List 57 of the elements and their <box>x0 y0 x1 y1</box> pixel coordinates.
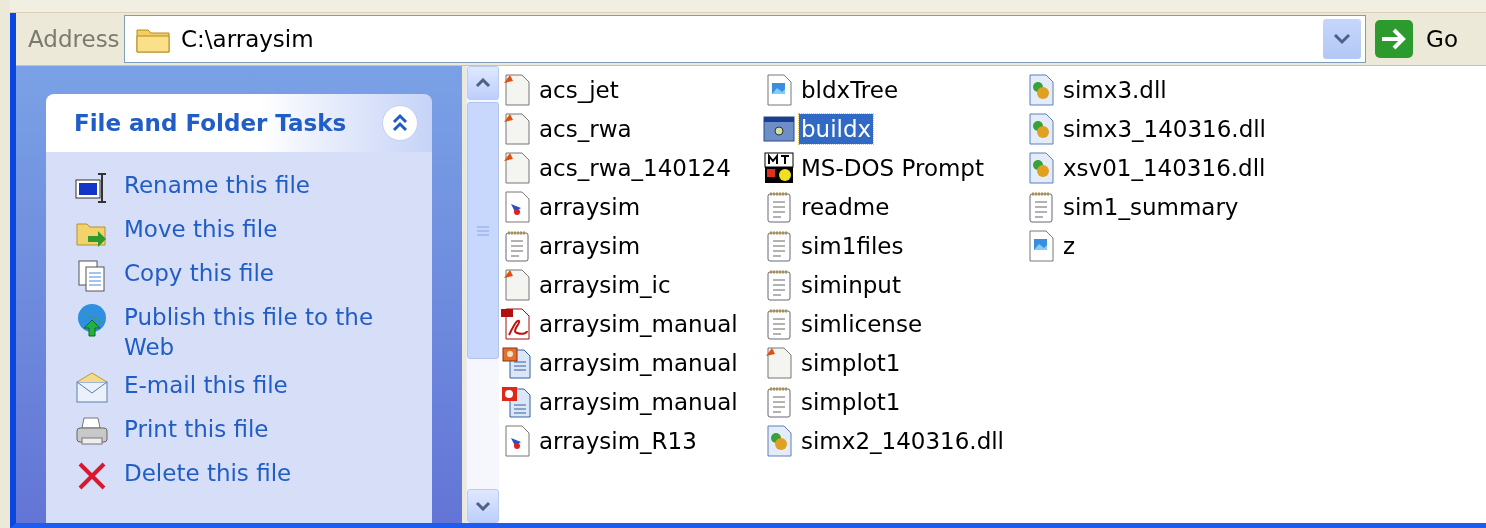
task-link[interactable]: Rename this file <box>124 170 374 200</box>
scrollbar[interactable] <box>466 66 499 523</box>
collapse-button[interactable] <box>382 105 418 141</box>
file-name[interactable]: acs_jet <box>537 74 621 105</box>
script-file-icon <box>763 345 795 380</box>
file-name[interactable]: arraysim_manual <box>537 347 740 378</box>
scroll-thumb[interactable] <box>467 102 499 359</box>
task-link[interactable]: Print this file <box>124 414 374 444</box>
panel-title: File and Folder Tasks <box>74 110 347 136</box>
double-chevron-up-icon <box>391 113 409 133</box>
document-file-icon <box>501 345 533 380</box>
task-link[interactable]: Publish this file to the Web <box>124 302 374 362</box>
address-field[interactable]: C:\arraysim <box>124 15 1367 63</box>
file-name[interactable]: acs_rwa <box>537 113 634 144</box>
task-link[interactable]: E-mail this file <box>124 370 374 400</box>
task-link[interactable]: Delete this file <box>124 458 374 488</box>
command-prompt-icon <box>763 150 795 185</box>
file-name[interactable]: arraysim_ic <box>537 269 673 300</box>
scroll-up-button[interactable] <box>467 66 499 100</box>
file-name[interactable]: buildx <box>799 113 874 144</box>
file-name[interactable]: simlicense <box>799 308 925 339</box>
script-file-icon <box>501 267 533 302</box>
go-button[interactable]: Go <box>1366 16 1486 62</box>
file-name[interactable]: arraysim_manual <box>537 308 740 339</box>
dropdown-button[interactable] <box>1323 19 1362 59</box>
address-label: Address <box>27 26 121 52</box>
file-name[interactable]: simplot1 <box>799 347 903 378</box>
file-name[interactable]: xsv01_140316.dll <box>1061 152 1268 183</box>
file-name[interactable]: arraysim <box>537 191 643 222</box>
scroll-down-button[interactable] <box>467 489 499 523</box>
file-name[interactable]: readme <box>799 191 892 222</box>
address-path: C:\arraysim <box>181 26 315 52</box>
file-name[interactable]: simx3.dll <box>1061 74 1169 105</box>
chevron-down-icon <box>475 501 491 511</box>
file-name[interactable]: simx3_140316.dll <box>1061 113 1268 144</box>
script-file-icon <box>501 111 533 146</box>
task-link[interactable]: Copy this file <box>124 258 374 288</box>
arrow-right-icon <box>1374 19 1415 59</box>
file-name[interactable]: arraysim_R13 <box>537 425 699 456</box>
file-name[interactable]: bldxTree <box>799 74 901 105</box>
file-name[interactable]: arraysim <box>537 230 643 261</box>
file-name[interactable]: acs_rwa_140124 <box>537 152 733 183</box>
file-name[interactable]: siminput <box>799 269 903 300</box>
grip-icon <box>476 225 490 236</box>
file-name[interactable]: simx2_140316.dll <box>799 425 1006 456</box>
script-file-icon <box>501 72 533 107</box>
task-link[interactable]: Move this file <box>124 214 374 244</box>
chevron-up-icon <box>475 78 491 88</box>
file-name[interactable]: simplot1 <box>799 386 903 417</box>
file-name[interactable]: arraysim_manual <box>537 386 740 417</box>
file-name[interactable]: z <box>1061 230 1078 261</box>
script-file-icon <box>501 150 533 185</box>
chevron-down-icon <box>1333 33 1352 45</box>
file-name[interactable]: sim1_summary <box>1061 191 1241 222</box>
envelope-icon <box>74 370 110 406</box>
file-name[interactable]: MS-DOS Prompt <box>799 152 986 183</box>
file-name[interactable]: sim1files <box>799 230 906 261</box>
